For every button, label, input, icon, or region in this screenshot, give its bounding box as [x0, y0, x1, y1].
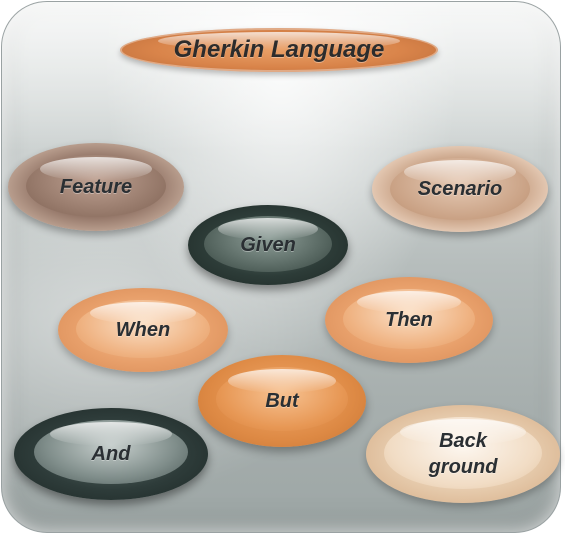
gherkin-diagram: Gherkin Language Feature Scenario Given …: [0, 0, 565, 536]
keyword-feature-label: Feature: [59, 176, 133, 198]
keyword-and: And: [14, 408, 208, 500]
title-pill: Gherkin Language: [120, 28, 438, 72]
keyword-background-label: Back ground: [428, 430, 498, 478]
keyword-then: Then: [325, 277, 493, 363]
keyword-background: Back ground: [366, 405, 560, 503]
diagram-title: Gherkin Language: [173, 36, 385, 64]
keyword-scenario: Scenario: [372, 146, 548, 232]
keyword-feature: Feature: [8, 143, 184, 231]
keyword-scenario-label: Scenario: [417, 178, 503, 200]
keyword-given: Given: [188, 205, 348, 285]
keyword-but: But: [198, 355, 366, 447]
keyword-and-label: And: [91, 443, 131, 465]
keyword-then-label: Then: [385, 309, 433, 331]
keyword-given-label: Given: [240, 234, 296, 256]
keyword-but-label: But: [265, 390, 299, 412]
keyword-when-label: When: [115, 319, 171, 341]
keyword-when: When: [58, 288, 228, 372]
